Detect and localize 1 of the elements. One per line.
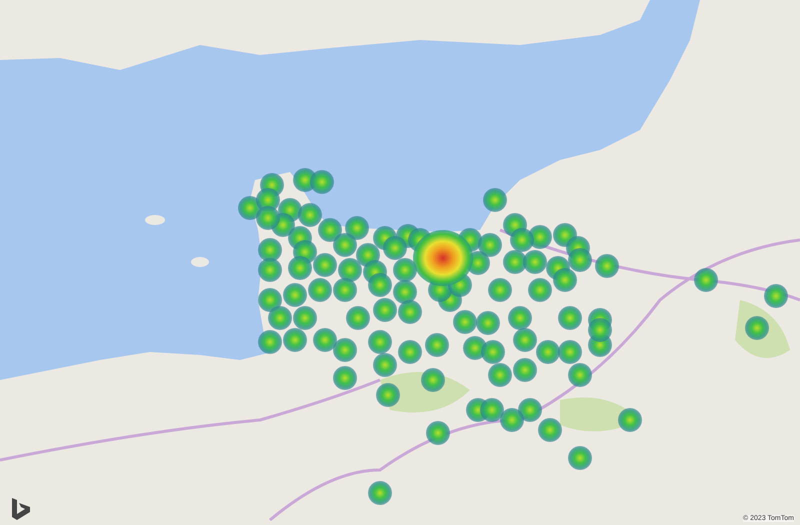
logo-icon xyxy=(12,498,30,520)
